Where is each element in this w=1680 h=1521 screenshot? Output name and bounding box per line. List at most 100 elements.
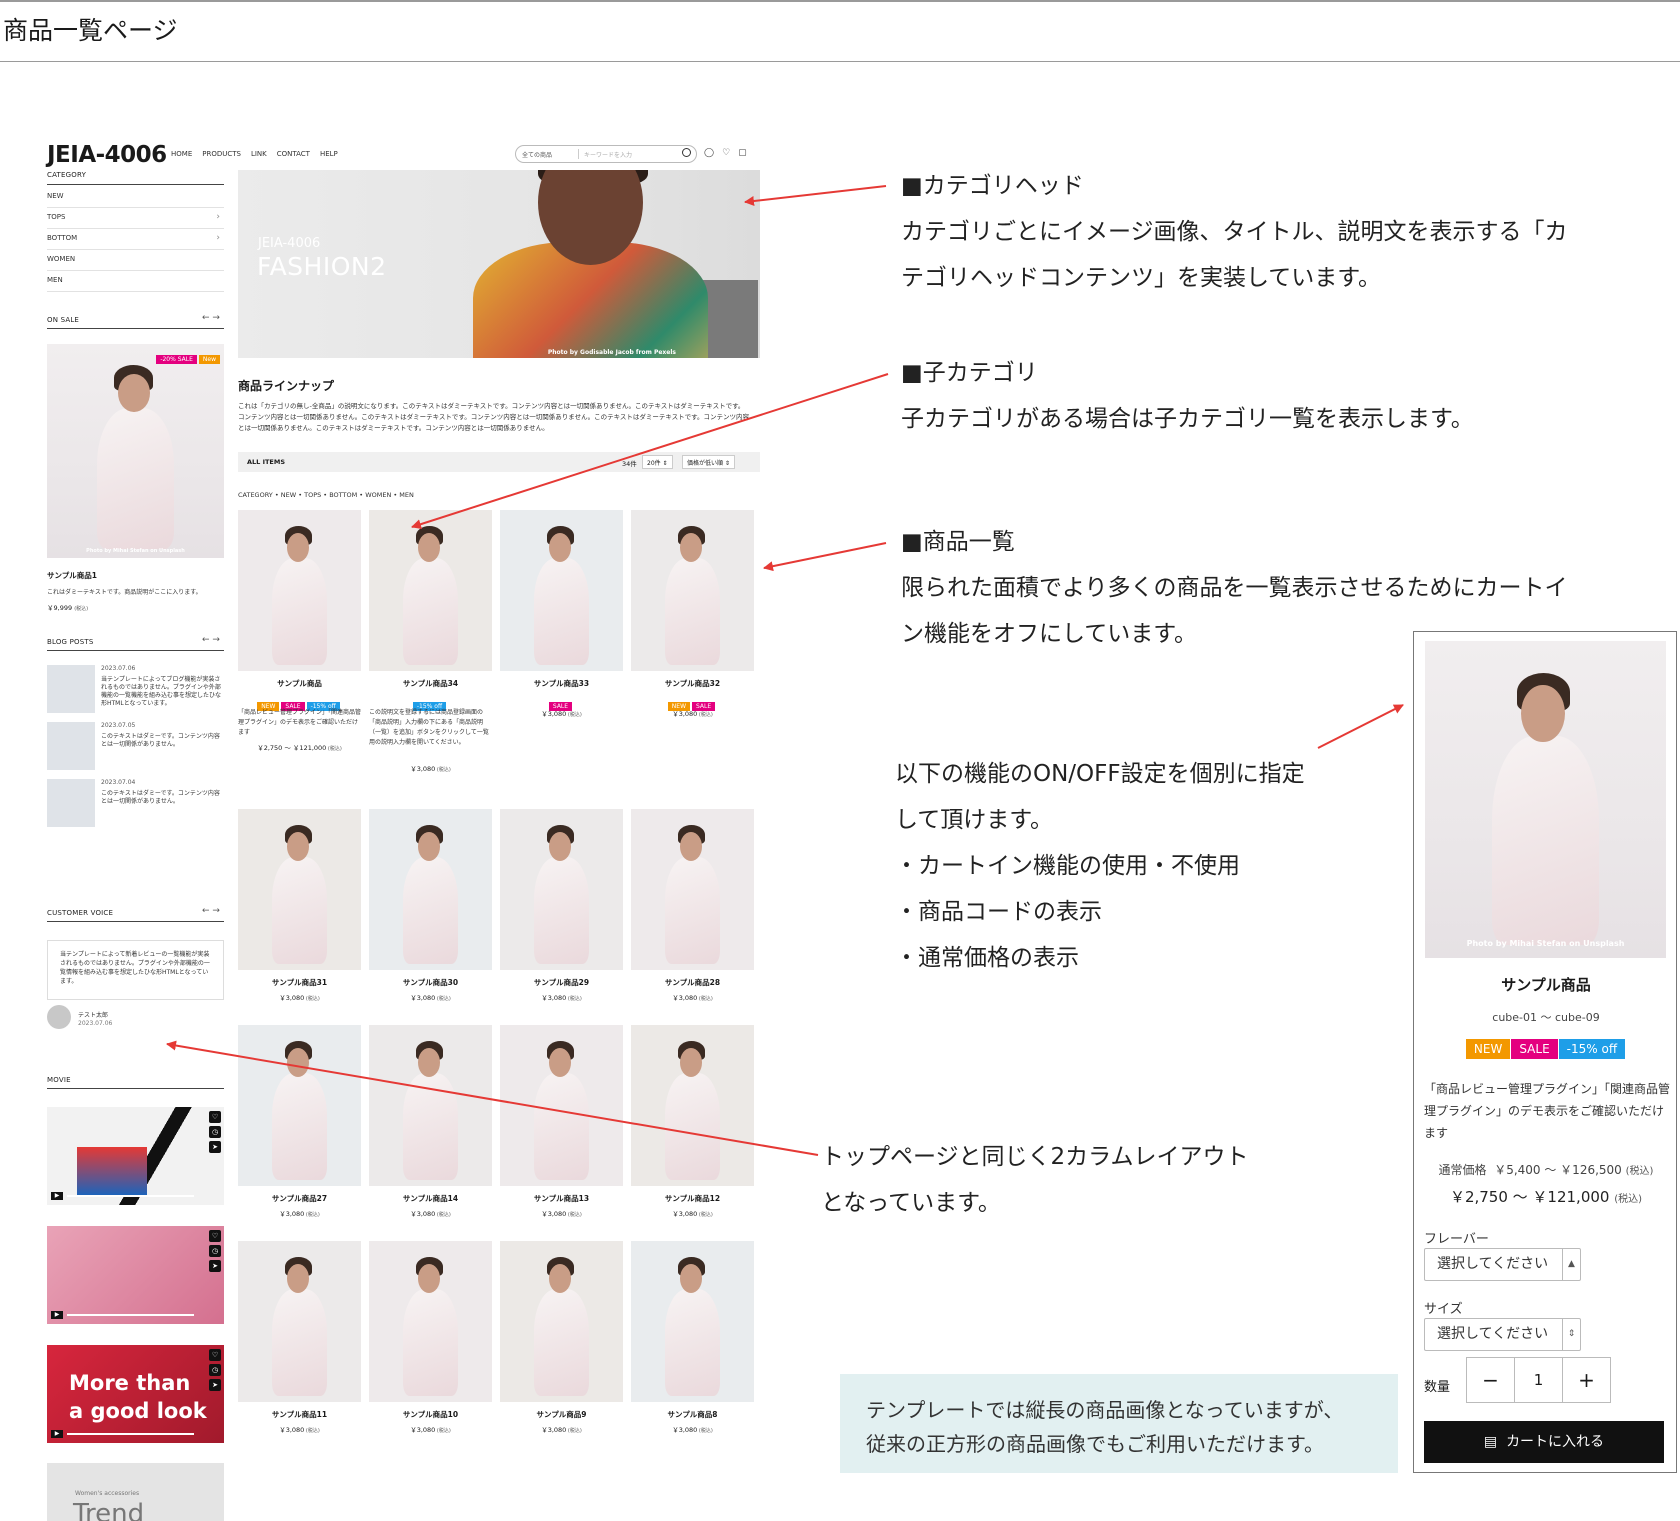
product-image[interactable]: [631, 1241, 754, 1402]
sidebar-category-bottom[interactable]: BOTTOM ›: [47, 228, 224, 250]
sidebar-category-new[interactable]: NEW: [47, 186, 224, 208]
product-image[interactable]: [369, 1241, 492, 1402]
heart-icon[interactable]: ♡: [722, 148, 730, 158]
arrow-category-head: [744, 185, 887, 206]
product-image[interactable]: [631, 510, 754, 671]
product-image[interactable]: [238, 1241, 361, 1402]
sidebar-movie-title: MOVIE: [47, 1076, 71, 1084]
product-name[interactable]: サンプル商品9: [500, 1409, 623, 1420]
product-name[interactable]: サンプル商品30: [369, 977, 492, 988]
product-image[interactable]: [631, 1025, 754, 1186]
quantity-input[interactable]: 1: [1515, 1358, 1562, 1402]
trend-banner[interactable]: Women's accessories Trend: [47, 1463, 224, 1521]
product-name[interactable]: サンプル商品32: [631, 678, 754, 689]
figure-body: [403, 857, 458, 964]
heart-icon[interactable]: ♡: [209, 1230, 221, 1242]
search-scope-select[interactable]: 全ての商品: [522, 150, 552, 159]
product-image[interactable]: [238, 1025, 361, 1186]
product-image[interactable]: [369, 1025, 492, 1186]
product-image[interactable]: [369, 510, 492, 671]
carousel-arrows[interactable]: ← →: [202, 635, 220, 645]
nav-contact[interactable]: CONTACT: [277, 150, 310, 158]
nav-link[interactable]: LINK: [251, 150, 267, 158]
product-image[interactable]: [500, 809, 623, 970]
product-name[interactable]: サンプル商品: [1414, 974, 1678, 995]
search-input[interactable]: キーワードを入力: [584, 150, 632, 159]
product-image[interactable]: Photo by Mihai Stefan on Unsplash: [1425, 641, 1666, 958]
heart-icon[interactable]: ♡: [209, 1111, 221, 1123]
product-image[interactable]: [500, 510, 623, 671]
product-name[interactable]: サンプル商品31: [238, 977, 361, 988]
video-progress[interactable]: [67, 1433, 194, 1435]
clock-icon[interactable]: ◷: [209, 1245, 221, 1257]
sidebar-category-men[interactable]: MEN: [47, 270, 224, 292]
tax-label: (税込): [566, 712, 582, 718]
heart-icon[interactable]: ♡: [209, 1349, 221, 1361]
clock-icon[interactable]: ◷: [209, 1364, 221, 1376]
product-image[interactable]: [500, 1025, 623, 1186]
product-name[interactable]: サンプル商品28: [631, 977, 754, 988]
product-name[interactable]: サンプル商品8: [631, 1409, 754, 1420]
product-image[interactable]: [369, 809, 492, 970]
store-logo[interactable]: JEIA-4006: [47, 142, 167, 168]
product-name[interactable]: サンプル商品12: [631, 1193, 754, 1204]
search-bar[interactable]: 全ての商品 キーワードを入力: [515, 145, 697, 163]
sidebar-category-women[interactable]: WOMEN: [47, 249, 224, 271]
product-image[interactable]: [500, 1241, 623, 1402]
movie-thumbnail-1[interactable]: ♡ ◷ ➤ ▶: [47, 1107, 224, 1205]
product-name[interactable]: サンプル商品10: [369, 1409, 492, 1420]
product-name[interactable]: サンプル商品14: [369, 1193, 492, 1204]
quantity-decrease-button[interactable]: −: [1467, 1358, 1515, 1402]
product-image[interactable]: [238, 809, 361, 970]
figure-body: [272, 1289, 327, 1396]
size-select[interactable]: 選択してください ⇕: [1424, 1318, 1581, 1351]
product-price: ￥3,080 (税込): [369, 992, 492, 1002]
add-to-cart-button[interactable]: ▤ カートに入れる: [1424, 1421, 1664, 1463]
product-image[interactable]: [631, 809, 754, 970]
product-name[interactable]: サンプル商品34: [369, 678, 492, 689]
video-progress[interactable]: [67, 1314, 194, 1316]
figure-head: [287, 831, 310, 861]
share-icon[interactable]: ➤: [209, 1141, 221, 1153]
product-name[interactable]: サンプル商品33: [500, 678, 623, 689]
share-icon[interactable]: ➤: [209, 1379, 221, 1391]
product-name[interactable]: サンプル商品29: [500, 977, 623, 988]
movie-thumbnail-2[interactable]: ♡ ◷ ➤ ▶: [47, 1226, 224, 1324]
product-name[interactable]: サンプル商品: [238, 678, 361, 689]
nav-home[interactable]: HOME: [171, 150, 192, 158]
blog-post-item[interactable]: 2023.07.04 このテキストはダミーです。コンテンツ内容とは一切関係があり…: [47, 779, 224, 827]
video-progress[interactable]: [67, 1195, 194, 1197]
nav-products[interactable]: PRODUCTS: [202, 150, 241, 158]
sort-select[interactable]: 価格が低い順 ⇕: [682, 455, 735, 469]
per-page-select[interactable]: 20件 ⇕: [642, 455, 673, 469]
figure-head: [549, 1263, 572, 1293]
carousel-arrows[interactable]: ← →: [202, 906, 220, 916]
play-icon[interactable]: ▶: [51, 1311, 63, 1319]
blog-post-item[interactable]: 2023.07.06 当テンプレートによってブログ機能が実装されるものではありま…: [47, 665, 224, 713]
figure-body: [403, 558, 458, 665]
user-icon[interactable]: ◯: [704, 148, 714, 158]
product-name[interactable]: サンプル商品27: [238, 1193, 361, 1204]
nav-help[interactable]: HELP: [320, 150, 338, 158]
movie-thumbnail-3[interactable]: More than a good look ♡ ◷ ➤ ▶: [47, 1345, 224, 1443]
quantity-increase-button[interactable]: +: [1562, 1358, 1610, 1402]
search-icon[interactable]: [682, 148, 691, 157]
child-category-list[interactable]: CATEGORY • NEW • TOPS • BOTTOM • WOMEN •…: [238, 491, 414, 499]
title-divider: [0, 61, 1680, 62]
share-icon[interactable]: ➤: [209, 1260, 221, 1272]
sidebar-category-tops[interactable]: TOPS ›: [47, 207, 224, 229]
play-icon[interactable]: ▶: [51, 1192, 63, 1200]
play-icon[interactable]: ▶: [51, 1430, 63, 1438]
voice-author: テスト太郎: [78, 1012, 109, 1019]
blog-post-item[interactable]: 2023.07.05 このテキストはダミーです。コンテンツ内容とは一切関係があり…: [47, 722, 224, 770]
carousel-arrows[interactable]: ← →: [202, 313, 220, 323]
product-name[interactable]: サンプル商品11: [238, 1409, 361, 1420]
product-image[interactable]: [238, 510, 361, 671]
cart-icon[interactable]: ▢: [738, 148, 747, 158]
on-sale-product-name[interactable]: サンプル商品1: [47, 570, 97, 581]
product-name[interactable]: サンプル商品13: [500, 1193, 623, 1204]
regular-price-label: 通常価格: [1438, 1163, 1487, 1177]
clock-icon[interactable]: ◷: [209, 1126, 221, 1138]
on-sale-product-image[interactable]: -20% SALE New Photo by Mihai Stefan on Un…: [47, 344, 224, 558]
flavor-select[interactable]: 選択してください ▲: [1424, 1248, 1581, 1281]
